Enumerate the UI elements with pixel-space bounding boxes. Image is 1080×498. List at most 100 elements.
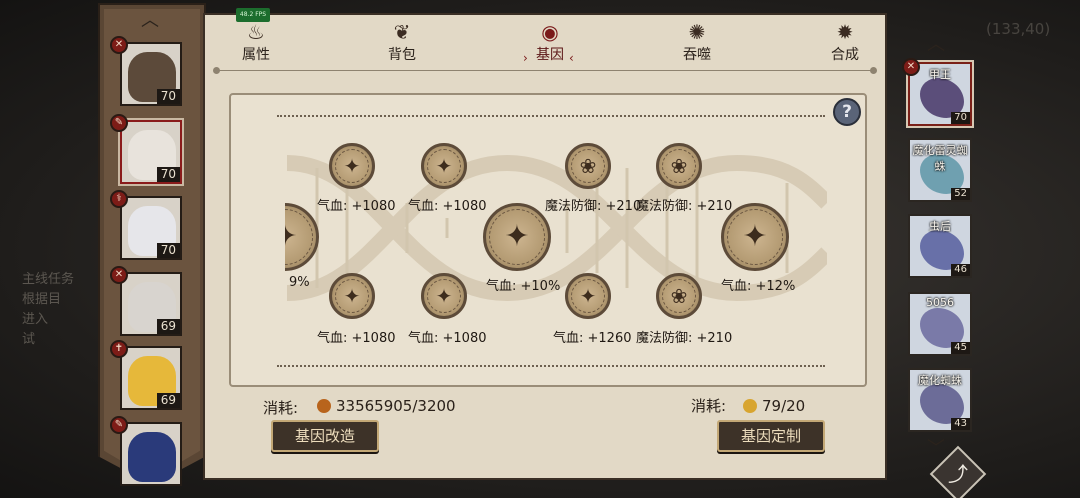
cost-right-label: 消耗: [691, 397, 727, 415]
flame-icon: ♨ [247, 20, 265, 44]
gene-glyph-icon: ✦ [272, 219, 298, 254]
hero-card[interactable]: 70 [120, 42, 182, 106]
pet-level: 46 [951, 264, 970, 276]
hero-card[interactable]: 69 [120, 272, 182, 336]
gene-node[interactable]: ❀ [656, 273, 702, 319]
top-dotted-divider [277, 115, 825, 117]
pet-card[interactable]: 虫后 46 [908, 214, 972, 278]
tab-label: 吞噬 [683, 47, 711, 63]
gene-glyph-icon: ✦ [504, 219, 530, 254]
gene-node-label: 气血: +1080 [317, 331, 396, 346]
cost-right-value: 79/20 [762, 397, 806, 415]
pet-name: 魔化蜘蛛 [918, 374, 962, 387]
gene-glyph-icon: ❀ [579, 154, 597, 178]
pet-level: 43 [951, 418, 970, 430]
swirl-icon: ✺ [688, 20, 706, 44]
tab-attributes[interactable]: ♨ 属性 [221, 21, 291, 64]
gene-glyph-icon: ✦ [343, 284, 361, 308]
gene-glyph-icon: ✦ [435, 154, 453, 178]
gene-modify-button[interactable]: 基因改造 [271, 420, 379, 452]
hero-card[interactable]: 70 [120, 120, 182, 184]
cost-right-value-wrap: 79/20 [743, 397, 805, 415]
pet-card[interactable]: 5056 45 [908, 292, 972, 356]
pet-list-up-arrow[interactable]: ︿ [921, 36, 951, 54]
tab-selector-left-icon: › [523, 51, 528, 65]
panel-tabs: ♨ 属性 ❦ 背包 ◉ 基因 › ‹ ✺ 吞噬 ✹ 合成 [205, 15, 885, 74]
gene-glyph-icon: ✦ [579, 284, 597, 308]
hero-class-badge-icon: ✕ [110, 266, 128, 284]
pet-level: 52 [951, 188, 970, 200]
hero-class-badge-icon: ✎ [110, 114, 128, 132]
pet-name: 5056 [926, 296, 954, 309]
gene-panel: ♨ 属性 ❦ 背包 ◉ 基因 › ‹ ✺ 吞噬 ✹ 合成 ? ✦ 9% ✦ 气血… [203, 13, 887, 480]
gene-node[interactable]: ✦ [272, 203, 319, 271]
tab-synthesis[interactable]: ✹ 合成 [810, 21, 880, 64]
hero-portrait [128, 432, 176, 482]
cost-left-label: 消耗: [263, 399, 299, 417]
hero-card[interactable]: 69 [120, 346, 182, 410]
pet-remove-icon[interactable]: ✕ [902, 58, 920, 76]
hero-level: 70 [156, 89, 180, 104]
gene-node-label: 气血: +1260 [553, 331, 632, 346]
hero-class-badge-icon: ✎ [110, 416, 128, 434]
gene-node-label: 魔法防御: +210 [636, 331, 733, 346]
background-coordinates: (133,40) [986, 20, 1051, 38]
gene-node[interactable]: ✦ [329, 143, 375, 189]
pet-name: 魔化雷灵蜘蛛 [912, 144, 968, 173]
gene-glyph-icon: ✦ [435, 284, 453, 308]
hero-level: 70 [156, 243, 180, 258]
pet-name: 虫后 [929, 220, 951, 233]
gene-glyph-icon: ❀ [670, 154, 688, 178]
gene-node-label: 气血: +1080 [408, 331, 487, 346]
gold-coin-icon [743, 399, 757, 413]
tab-label: 合成 [831, 47, 859, 63]
hero-level: 69 [156, 393, 180, 408]
help-button[interactable]: ? [833, 98, 861, 126]
gene-glyph-icon: ✦ [343, 154, 361, 178]
tab-divider [213, 67, 877, 74]
gene-node-label: 气血: +1080 [408, 199, 487, 214]
return-icon: ⤴ [948, 462, 968, 486]
bag-icon: ❦ [393, 20, 411, 44]
eye-icon: ◉ [541, 20, 559, 44]
gene-node[interactable]: ✦ [565, 273, 611, 319]
background-task-text: 主线任务 根据目 进入 试 [22, 272, 75, 347]
tab-selector-right-icon: ‹ [569, 51, 574, 65]
gene-node[interactable]: ✦ [721, 203, 789, 271]
tab-label: 背包 [388, 47, 416, 63]
hero-level: 69 [156, 319, 180, 334]
pet-level: 70 [951, 112, 970, 124]
gene-node-label: 9% [289, 275, 310, 290]
hero-level: 70 [156, 167, 180, 182]
gene-glyph-icon: ❀ [670, 284, 688, 308]
gene-glyph-icon: ✦ [742, 219, 768, 254]
hero-list-up-arrow[interactable]: ︿ [135, 12, 165, 30]
cost-left-value: 33565905/3200 [336, 397, 456, 415]
pet-card[interactable]: 魔化蜘蛛 43 [908, 368, 972, 432]
gene-node[interactable]: ❀ [656, 143, 702, 189]
gene-customize-button[interactable]: 基因定制 [717, 420, 825, 452]
pet-level: 45 [951, 342, 970, 354]
fps-counter: 48.2 FPS [236, 8, 270, 22]
tab-label: 属性 [242, 47, 270, 63]
hero-class-badge-icon: ✝ [110, 340, 128, 358]
hero-card[interactable] [120, 422, 182, 486]
pet-card[interactable]: 魔化雷灵蜘蛛 52 [908, 138, 972, 202]
copper-coin-icon [317, 399, 331, 413]
cost-left-value-wrap: 33565905/3200 [317, 397, 456, 415]
gene-node[interactable]: ✦ [421, 143, 467, 189]
gene-tree-box: ? ✦ 9% ✦ 气血: +1080 ✦ 气血: +1080 ✦ 气血: +10% ❀ 魔法防御:… [229, 93, 867, 387]
gene-node-label: 气血: +1080 [317, 199, 396, 214]
hero-card[interactable]: 70 [120, 196, 182, 260]
tab-bag[interactable]: ❦ 背包 [367, 21, 437, 64]
gene-node-label: 魔法防御: +210 [545, 199, 642, 214]
hero-class-badge-icon: ✕ [110, 36, 128, 54]
swirl2-icon: ✹ [836, 20, 854, 44]
gene-node[interactable]: ✦ [483, 203, 551, 271]
tab-devour[interactable]: ✺ 吞噬 [662, 21, 732, 64]
gene-node-label: 气血: +12% [721, 279, 796, 294]
gene-node[interactable]: ✦ [421, 273, 467, 319]
gene-node-label: 气血: +10% [486, 279, 561, 294]
gene-node[interactable]: ✦ [329, 273, 375, 319]
gene-node[interactable]: ❀ [565, 143, 611, 189]
